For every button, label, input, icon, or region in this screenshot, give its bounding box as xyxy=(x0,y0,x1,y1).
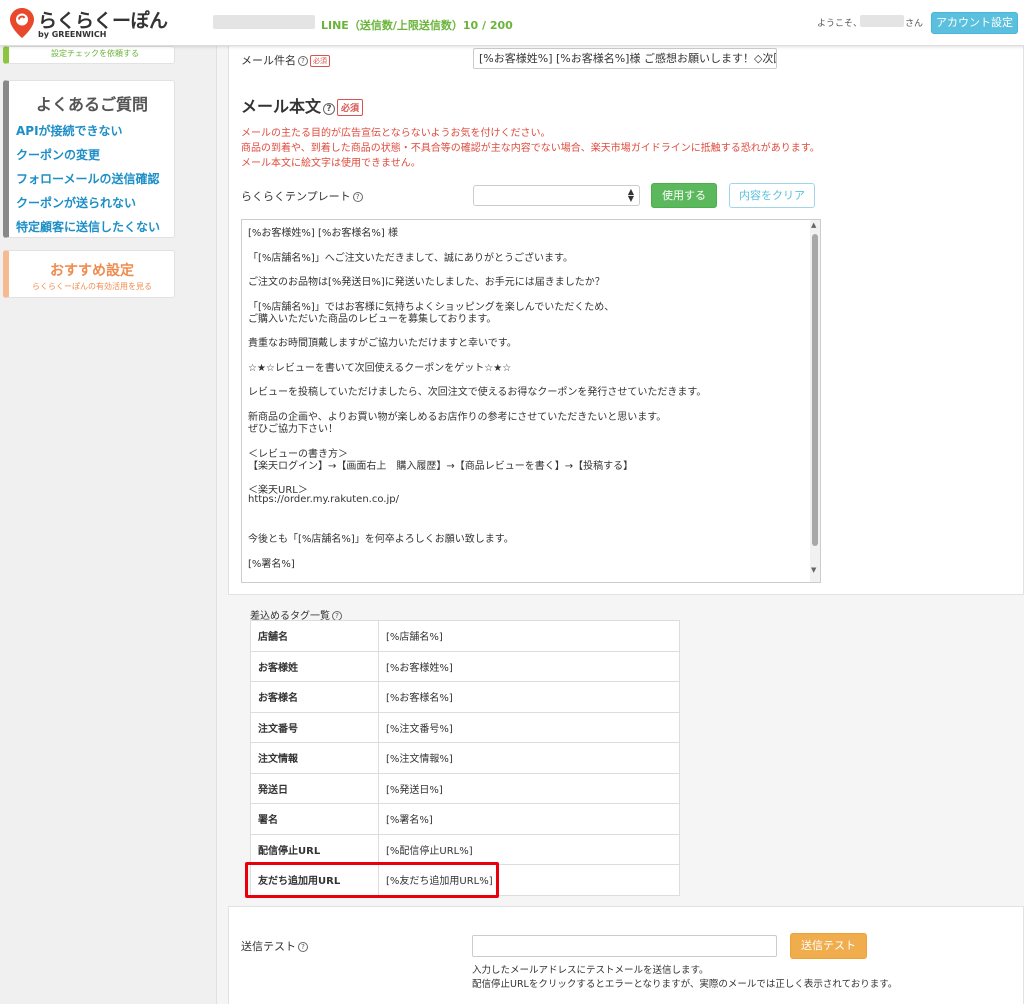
sidebar: 設定チェックを依頼する よくあるご質問 APIが接続できない クーポンの変更 フ… xyxy=(0,46,217,1004)
mail-body-line: 「[%店舗名%]」へご注文いただきまして、誠にありがとうございます。 xyxy=(248,252,574,264)
tag-value-cell: [%発送日%] xyxy=(378,772,680,804)
account-settings-button[interactable]: アカウント設定 xyxy=(931,12,1018,34)
help-icon[interactable]: ? xyxy=(352,192,363,202)
tag-name-cell: 配信停止URL xyxy=(250,833,379,865)
faq-link-coupon-change[interactable]: クーポンの変更 xyxy=(16,146,100,163)
brand-logo[interactable]: らくらくーぽん by GREENWICH xyxy=(10,6,168,42)
tag-name-cell: 注文番号 xyxy=(250,711,379,743)
tag-name-cell: お客様名 xyxy=(250,681,379,713)
mail-body-line: [%署名%] xyxy=(248,558,295,570)
brand-subtitle: by GREENWICH xyxy=(38,30,107,39)
mail-body-textarea[interactable]: ▲ ▼ [%お客様姓%] [%お客様名%] 様「[%店舗名%]」へご注文いただき… xyxy=(241,219,821,583)
tag-value-cell: [%お客様姓%] xyxy=(378,650,680,682)
settings-check-card[interactable]: 設定チェックを依頼する xyxy=(3,46,175,64)
table-row: 注文情報 [%注文情報%] xyxy=(250,742,680,774)
tag-value-cell: [%署名%] xyxy=(378,803,680,835)
warning-text: メール本文に絵文字は使用できません。 xyxy=(241,158,421,169)
mail-form-panel: メール件名? 必須 [%お客様姓%] [%お客様名%]様 ご感想お願いします！◇次… xyxy=(228,46,1024,595)
template-select[interactable]: ▲ ▼ xyxy=(473,185,640,206)
recommended-title: おすすめ設定 xyxy=(50,263,134,279)
top-header: らくらくーぽん by GREENWICH LINE（送信数/上限送信数）10 /… xyxy=(0,0,1024,46)
subject-input[interactable]: [%お客様姓%] [%お客様名%]様 ご感想お願いします！◇次回使えるクーポン xyxy=(473,48,777,69)
highlight-box xyxy=(245,862,499,898)
mail-body-line: 【楽天ログイン】→【画面右上 購入履歴】→【商品レビューを書く】→【投稿する】 xyxy=(248,460,634,472)
textarea-scrollbar[interactable]: ▲ ▼ xyxy=(810,220,820,582)
mail-body-line: [%お客様姓%] [%お客様名%] 様 xyxy=(248,228,398,239)
chevron-updown-icon: ▲ ▼ xyxy=(627,187,634,203)
required-badge: 必須 xyxy=(310,55,330,67)
subject-label: メール件名? 必須 xyxy=(241,52,330,68)
recommended-settings-card[interactable]: おすすめ設定 らくらくーぽんの有効活用を見る xyxy=(3,250,175,298)
welcome-suffix: さん xyxy=(905,19,924,29)
faq-card: よくあるご質問 APIが接続できない クーポンの変更 フォローメールの送信確認 … xyxy=(3,80,175,238)
mail-body-line: 今後とも「[%店舗名%]」を何卒よろしくお願い致します。 xyxy=(248,534,514,546)
tag-name-cell: 発送日 xyxy=(250,772,379,804)
brand-name: らくらくーぽん xyxy=(38,10,168,32)
table-row: 発送日 [%発送日%] xyxy=(250,772,680,804)
faq-link-api[interactable]: APIが接続できない xyxy=(16,122,123,139)
tag-name-cell: 店舗名 xyxy=(250,620,379,652)
recommended-subtitle: らくらくーぽんの有効活用を見る xyxy=(32,282,152,291)
tag-name-cell: 注文情報 xyxy=(250,742,379,774)
mail-body-line: ご注文のお品物は[%発送日%]に発送いたしました、お手元には届きましたか？ xyxy=(248,277,605,288)
tags-table: 店舗名 [%店舗名%] お客様姓 [%お客様姓%] お客様名 [%お客様名%] 注文番号 [%… xyxy=(250,620,680,896)
faq-link-follow-mail[interactable]: フォローメールの送信確認 xyxy=(16,170,160,187)
help-icon[interactable]: ? xyxy=(298,942,308,952)
settings-check-link[interactable]: 設定チェックを依頼する xyxy=(51,48,139,59)
tag-value-cell: [%お客様名%] xyxy=(378,681,680,713)
redacted-shop-name xyxy=(213,15,315,29)
faq-link-coupon-not-sent[interactable]: クーポンが送られない xyxy=(16,194,136,211)
faq-link-exclude-customer[interactable]: 特定顧客に送信したくない xyxy=(16,218,160,235)
faq-title: よくあるご質問 xyxy=(35,95,148,114)
required-badge: 必須 xyxy=(337,99,364,116)
test-send-panel: 送信テスト? 送信テスト 入力したメールアドレスにテストメールを送信します。 配… xyxy=(228,906,1024,1004)
help-icon[interactable]: ? xyxy=(323,103,336,115)
table-row: 署名 [%署名%] xyxy=(250,803,680,835)
mail-body-line: レビューを投稿していただけましたら、次回注文で使えるお得なクーポンを発行させてい… xyxy=(248,387,707,399)
scroll-thumb[interactable] xyxy=(812,234,818,546)
test-send-note: 配信停止URLをクリックするとエラーとなりますが、実際のメールでは正しく表示され… xyxy=(472,979,898,990)
test-send-label: 送信テスト? xyxy=(241,938,308,954)
line-send-count: LINE（送信数/上限送信数）10 / 200 xyxy=(321,19,513,32)
welcome-text: ようこそ、 xyxy=(817,19,863,29)
table-row: お客様姓 [%お客様姓%] xyxy=(250,650,680,682)
test-email-input[interactable] xyxy=(472,935,777,957)
scroll-up-icon[interactable]: ▲ xyxy=(811,221,816,229)
mail-body-line: ぜひご協力下さい！ xyxy=(248,424,338,435)
tag-name-cell: 署名 xyxy=(250,803,379,835)
location-pin-icon xyxy=(10,8,34,38)
redacted-user-name xyxy=(860,15,904,27)
warning-text: 商品の到着や、到着した商品の状態・不具合等の確認が主な内容でない場合、楽天市場ガ… xyxy=(241,143,820,154)
clear-content-button[interactable]: 内容をクリア xyxy=(729,183,815,208)
help-icon[interactable]: ? xyxy=(298,56,308,66)
scroll-down-icon[interactable]: ▼ xyxy=(811,566,816,574)
mail-body-line: ご購入いただいた商品のレビューを募集しております。 xyxy=(248,313,497,325)
mail-body-line: ☆★☆レビューを書いて次回使えるクーポンをゲット☆★☆ xyxy=(248,362,512,374)
table-row: お客様名 [%お客様名%] xyxy=(250,681,680,713)
mail-body-line: 貴重なお時間頂戴しますがご協力いただけますと幸いです。 xyxy=(248,338,517,350)
body-section-title: メール本文? 必須 xyxy=(241,93,364,117)
table-row: 注文番号 [%注文番号%] xyxy=(250,711,680,743)
use-template-button[interactable]: 使用する xyxy=(651,183,717,208)
warning-text: メールの主たる目的が広告宣伝とならないようお気を付けください。 xyxy=(241,128,551,139)
tag-value-cell: [%注文情報%] xyxy=(378,742,680,774)
test-send-note: 入力したメールアドレスにテストメールを送信します。 xyxy=(472,965,709,976)
mail-body-line: https://order.my.rakuten.co.jp/ xyxy=(248,493,399,505)
template-label: らくらくテンプレート? xyxy=(241,188,363,204)
tag-value-cell: [%配信停止URL%] xyxy=(378,833,680,865)
tag-value-cell: [%店舗名%] xyxy=(378,620,680,652)
tag-value-cell: [%注文番号%] xyxy=(378,711,680,743)
tag-name-cell: お客様姓 xyxy=(250,650,379,682)
send-test-button[interactable]: 送信テスト xyxy=(790,933,867,959)
table-row: 店舗名 [%店舗名%] xyxy=(250,620,680,652)
table-row: 配信停止URL [%配信停止URL%] xyxy=(250,833,680,865)
